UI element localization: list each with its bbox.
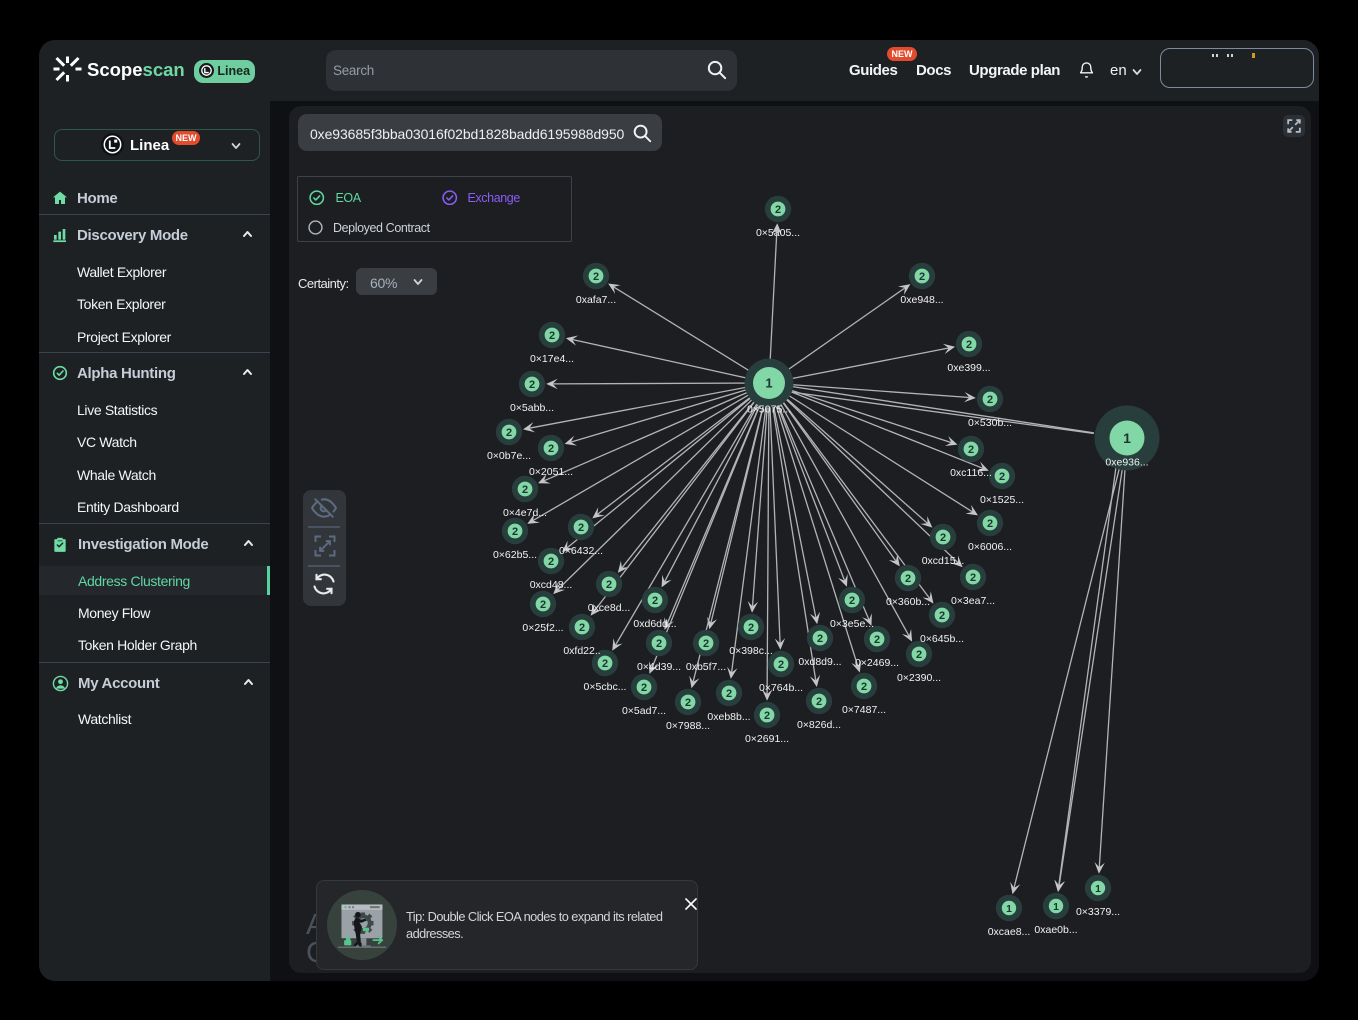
svg-text:0×62b5...: 0×62b5... (493, 549, 537, 561)
svg-text:2: 2 (641, 682, 647, 694)
svg-text:0×6432...: 0×6432... (559, 545, 603, 557)
svg-text:0×530b...: 0×530b... (968, 417, 1012, 429)
svg-text:2: 2 (970, 572, 976, 584)
svg-text:0×5cbc...: 0×5cbc... (584, 681, 627, 693)
svg-text:2: 2 (579, 622, 585, 634)
svg-text:2: 2 (968, 444, 974, 456)
svg-text:0×7487...: 0×7487... (842, 704, 886, 716)
svg-text:0×0b7e...: 0×0b7e... (487, 450, 531, 462)
svg-text:2: 2 (849, 595, 855, 607)
svg-text:2: 2 (549, 330, 555, 342)
svg-text:0×25f2...: 0×25f2... (522, 622, 563, 634)
svg-text:2: 2 (606, 579, 612, 591)
svg-text:0×2691...: 0×2691... (745, 733, 789, 745)
svg-text:0xcd48...: 0xcd48... (530, 579, 573, 591)
svg-text:1: 1 (1123, 430, 1131, 446)
svg-text:0xe399...: 0xe399... (947, 362, 990, 374)
svg-text:0×360b...: 0×360b... (886, 596, 930, 608)
svg-text:2: 2 (652, 595, 658, 607)
svg-text:0xae0b...: 0xae0b... (1034, 924, 1077, 936)
svg-text:0xafa7...: 0xafa7... (576, 294, 616, 306)
svg-text:2: 2 (764, 710, 770, 722)
svg-text:0×2051...: 0×2051... (529, 466, 573, 478)
svg-text:2: 2 (987, 518, 993, 530)
svg-text:0xeb8b...: 0xeb8b... (707, 711, 750, 723)
svg-text:1: 1 (1095, 883, 1101, 895)
svg-text:2: 2 (775, 204, 781, 216)
svg-text:0×7988...: 0×7988... (666, 720, 710, 732)
svg-text:0×4d39...: 0×4d39... (637, 661, 681, 673)
svg-text:2: 2 (916, 649, 922, 661)
svg-text:0×3379...: 0×3379... (1076, 906, 1120, 918)
svg-text:0xd6dd...: 0xd6dd... (633, 618, 676, 630)
svg-text:2: 2 (548, 443, 554, 455)
svg-text:0×2469...: 0×2469... (855, 657, 899, 669)
svg-text:2: 2 (593, 271, 599, 283)
svg-text:0×5abb...: 0×5abb... (510, 402, 554, 414)
svg-text:1: 1 (1053, 901, 1059, 913)
svg-text:0×3e5e...: 0×3e5e... (830, 618, 874, 630)
svg-text:0×5ad7...: 0×5ad7... (622, 705, 666, 717)
svg-text:2: 2 (999, 471, 1005, 483)
svg-text:2: 2 (816, 696, 822, 708)
svg-text:0×2390...: 0×2390... (897, 672, 941, 684)
svg-text:0×4e7d...: 0×4e7d... (503, 507, 547, 519)
svg-text:2: 2 (529, 379, 535, 391)
svg-text:2: 2 (919, 271, 925, 283)
svg-text:0×6006...: 0×6006... (968, 541, 1012, 553)
svg-text:0xe948...: 0xe948... (900, 294, 943, 306)
svg-text:0xcae8...: 0xcae8... (988, 926, 1031, 938)
svg-text:2: 2 (817, 633, 823, 645)
svg-text:0×3ea7...: 0×3ea7... (951, 595, 995, 607)
svg-text:0×398c...: 0×398c... (729, 645, 773, 657)
svg-text:2: 2 (940, 532, 946, 544)
svg-text:0×5a05...: 0×5a05... (756, 227, 800, 239)
svg-text:2: 2 (748, 622, 754, 634)
svg-text:2: 2 (506, 427, 512, 439)
svg-text:2: 2 (703, 638, 709, 650)
svg-text:0×5075...: 0×5075... (747, 404, 791, 416)
svg-text:2: 2 (778, 659, 784, 671)
svg-text:2: 2 (861, 681, 867, 693)
svg-text:0×1525...: 0×1525... (980, 494, 1024, 506)
svg-text:2: 2 (602, 658, 608, 670)
svg-text:0xce8d...: 0xce8d... (588, 602, 631, 614)
svg-text:2: 2 (874, 634, 880, 646)
svg-text:1: 1 (765, 376, 772, 391)
svg-text:2: 2 (578, 522, 584, 534)
svg-text:2: 2 (548, 556, 554, 568)
svg-text:0xb5f7...: 0xb5f7... (686, 661, 726, 673)
svg-text:2: 2 (966, 339, 972, 351)
svg-text:0xe936...: 0xe936... (1105, 457, 1148, 469)
svg-text:0×764b...: 0×764b... (759, 682, 803, 694)
svg-text:2: 2 (512, 526, 518, 538)
svg-text:0xfd22..: 0xfd22.. (563, 645, 600, 657)
svg-text:2: 2 (522, 484, 528, 496)
svg-text:2: 2 (905, 573, 911, 585)
svg-text:0×645b...: 0×645b... (920, 633, 964, 645)
svg-text:0×17e4...: 0×17e4... (530, 353, 574, 365)
svg-text:2: 2 (540, 599, 546, 611)
svg-text:0xcd15...: 0xcd15... (922, 555, 965, 567)
svg-text:0xd8d9...: 0xd8d9... (798, 656, 841, 668)
svg-text:2: 2 (987, 394, 993, 406)
svg-text:2: 2 (939, 610, 945, 622)
svg-text:2: 2 (685, 697, 691, 709)
svg-text:2: 2 (726, 688, 732, 700)
svg-text:2: 2 (656, 638, 662, 650)
svg-text:0×826d...: 0×826d... (797, 719, 841, 731)
svg-text:1: 1 (1006, 903, 1012, 915)
svg-text:0xc116...: 0xc116... (950, 467, 992, 479)
